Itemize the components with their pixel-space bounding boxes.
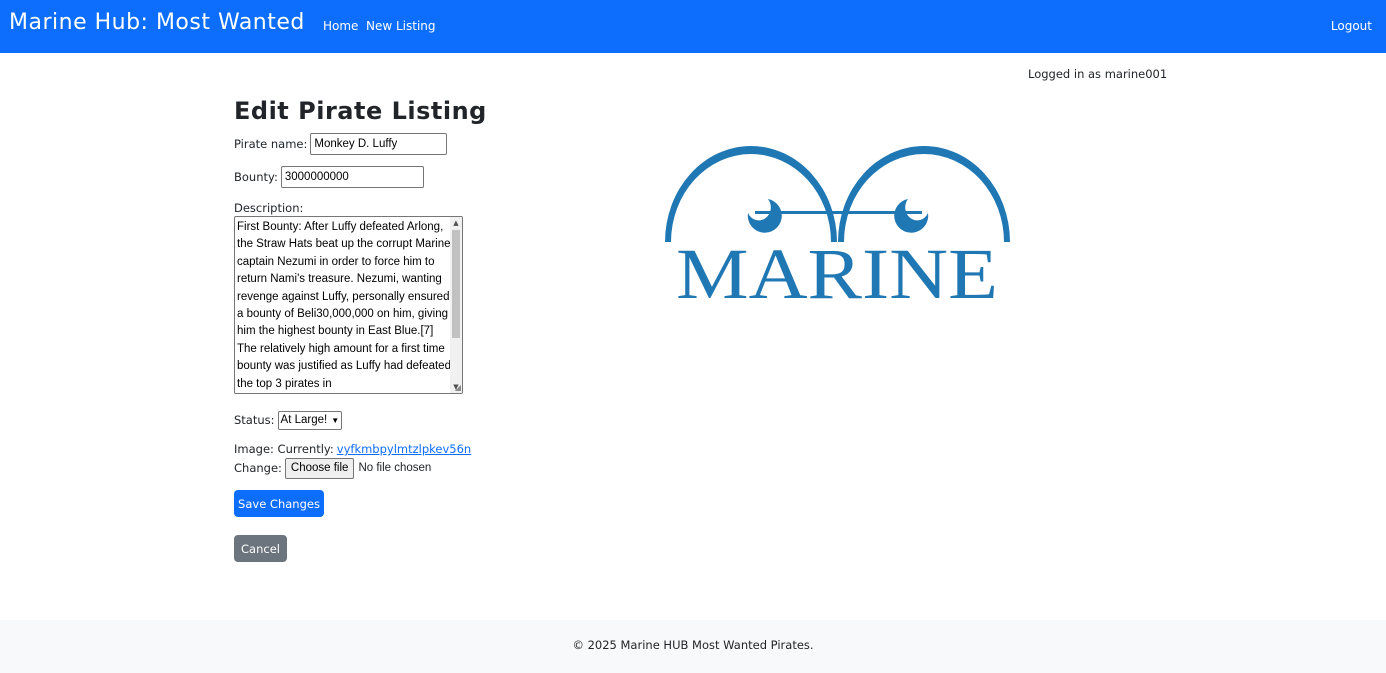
scroll-up-icon[interactable]: ▲: [450, 217, 462, 229]
status-label: Status:: [234, 413, 275, 427]
footer-text: © 2025 Marine HUB Most Wanted Pirates.: [572, 638, 814, 652]
page-title: Edit Pirate Listing: [234, 97, 487, 125]
footer: © 2025 Marine HUB Most Wanted Pirates.: [0, 620, 1386, 673]
scroll-thumb[interactable]: [452, 230, 460, 338]
description-textarea[interactable]: First Bounty: After Luffy defeated Arlon…: [234, 216, 463, 394]
chevron-down-icon: ▼: [331, 415, 340, 425]
bounty-row: Bounty:: [234, 166, 424, 188]
description-text[interactable]: First Bounty: After Luffy defeated Arlon…: [237, 219, 451, 393]
save-changes-button[interactable]: Save Changes: [234, 490, 324, 517]
change-image-row: Change: Choose file No file chosen: [234, 457, 432, 479]
nav-link-new-listing[interactable]: New Listing: [366, 19, 436, 33]
description-label: Description:: [234, 201, 304, 215]
file-status-text: No file chosen: [358, 462, 432, 474]
status-row: Status: At Large! ▼: [234, 410, 343, 430]
status-selected-value: At Large!: [280, 414, 328, 426]
cancel-button[interactable]: Cancel: [234, 535, 287, 562]
current-image-link[interactable]: vyfkmbpylmtzlpkev56n: [337, 442, 471, 456]
image-row: Image: Currently: vyfkmbpylmtzlpkev56n: [234, 441, 471, 457]
brand-title[interactable]: Marine Hub: Most Wanted: [9, 10, 305, 35]
bounty-input[interactable]: [280, 166, 424, 188]
nav-link-home[interactable]: Home: [323, 19, 358, 33]
change-label: Change:: [234, 461, 282, 475]
logout-link[interactable]: Logout: [1331, 19, 1372, 33]
status-select[interactable]: At Large! ▼: [277, 410, 343, 430]
image-label: Image: Currently:: [234, 442, 334, 456]
logo-text: MARINE: [676, 234, 998, 310]
pirate-name-input[interactable]: [310, 133, 448, 155]
marine-emblem-icon: MARINE: [665, 146, 1010, 310]
pirate-name-label: Pirate name:: [234, 137, 308, 151]
bounty-label: Bounty:: [234, 170, 278, 184]
pirate-name-row: Pirate name:: [234, 133, 448, 155]
description-scrollbar[interactable]: ▲ ▼: [450, 217, 462, 393]
choose-file-button[interactable]: Choose file: [284, 457, 355, 479]
logged-in-status: Logged in as marine001: [1028, 67, 1168, 81]
resize-grip-icon[interactable]: ◢: [455, 384, 461, 392]
top-navbar: Marine Hub: Most Wanted Home New Listing…: [0, 0, 1386, 53]
